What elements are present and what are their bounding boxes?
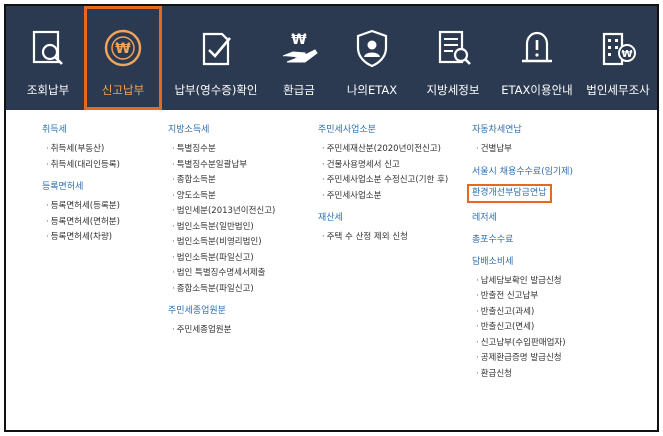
refund-hand-icon: ₩ — [282, 32, 318, 63]
menu-item[interactable]: 취득세(부동산) — [42, 142, 120, 158]
menu-item[interactable]: 등록면허세(차량) — [42, 230, 120, 246]
menu-heading[interactable]: 취득세 — [42, 124, 120, 137]
menu-item[interactable]: 종합소득분(파일신고) — [168, 282, 275, 298]
nav-label: 지방세정보 — [426, 83, 480, 97]
menu-item[interactable]: 반출신고(과세) — [472, 305, 573, 321]
menu-item[interactable]: 법인소득분(비영리법인) — [168, 235, 275, 251]
menu-heading[interactable]: 서울시 채용수수료(임기제) — [472, 166, 573, 179]
svg-text:₩: ₩ — [291, 32, 307, 48]
menu-heading[interactable]: 담배소비세 — [472, 256, 573, 269]
menu-item[interactable]: 주민세종업원분 — [168, 323, 275, 339]
nav-item-refund[interactable]: ₩ 환급금 — [268, 6, 330, 110]
nav-item-corporate-audit[interactable]: ₩ 법인세무조사 — [580, 6, 656, 110]
building-won-icon: ₩ — [602, 32, 636, 66]
menu-heading[interactable]: 자동차세연납 — [472, 124, 573, 137]
menu-item[interactable]: 등록면허세(등록분) — [42, 199, 120, 215]
menu-item[interactable]: 특별징수분일괄납부 — [168, 158, 275, 174]
nav-label: 환급금 — [283, 83, 315, 97]
nav-label: ETAX이용안내 — [501, 83, 573, 97]
menu-column-2: 지방소득세 특별징수분 특별징수분일괄납부 종합소득분 양도소득분 법인세분(2… — [168, 124, 275, 339]
menu-item[interactable]: 종합소득분 — [168, 173, 275, 189]
user-shield-icon — [356, 29, 388, 68]
mega-menu: 취득세 취득세(부동산) 취득세(대리인등록) 등록면허세 등록면허세(등록분)… — [6, 110, 657, 430]
info-document-icon — [438, 30, 471, 65]
menu-item[interactable]: 납세담보확인 발급신청 — [472, 274, 573, 290]
menu-column-4: 자동차세연납 건별납부 서울시 채용수수료(임기제) 환경개선부담금연납 레저세… — [467, 124, 573, 383]
nav-item-report-payment[interactable]: ₩ 신고납부 — [84, 6, 162, 110]
menu-item[interactable]: 반출전 신고납부 — [472, 289, 573, 305]
nav-item-local-tax-info[interactable]: 지방세정보 — [412, 6, 494, 110]
menu-column-1: 취득세 취득세(부동산) 취득세(대리인등록) 등록면허세 등록면허세(등록분)… — [42, 124, 120, 246]
receipt-check-icon — [202, 32, 231, 66]
menu-item[interactable]: 신고납부(수입판매업자) — [472, 336, 573, 352]
menu-item[interactable]: 특별징수분 — [168, 142, 275, 158]
nav-label: 조회납부 — [26, 83, 70, 97]
menu-item[interactable]: 건물사용명세서 신고 — [318, 158, 448, 174]
menu-item[interactable]: 주민세재산분(2020년이전신고) — [318, 142, 448, 158]
top-navigation-bar: 조회납부 ₩ 신고납부 납부(영수증)확인 ₩ 환급금 나의ETAX 지방세정보… — [6, 6, 657, 110]
svg-text:₩: ₩ — [115, 41, 131, 57]
menu-item[interactable]: 환급신청 — [472, 367, 573, 383]
nav-label: 납부(영수증)확인 — [174, 83, 258, 97]
menu-item[interactable]: 양도소득분 — [168, 189, 275, 205]
search-document-icon — [32, 30, 63, 65]
nav-label: 나의ETAX — [346, 83, 398, 97]
menu-item[interactable]: 취득세(대리인등록) — [42, 158, 120, 174]
menu-item[interactable]: 법인소득분(파일신고) — [168, 251, 275, 267]
menu-item[interactable]: 주택 수 산정 제외 신청 — [318, 230, 448, 246]
menu-heading[interactable]: 주민세종업원분 — [168, 305, 275, 318]
menu-heading[interactable]: 지방소득세 — [168, 124, 275, 137]
nav-item-my-etax[interactable]: 나의ETAX — [334, 6, 410, 110]
highlight-box[interactable]: 환경개선부담금연납 — [467, 183, 552, 203]
menu-heading[interactable]: 재산세 — [318, 212, 448, 225]
nav-item-receipt-confirm[interactable]: 납부(영수증)확인 — [164, 6, 268, 110]
nav-item-inquiry-payment[interactable]: 조회납부 — [12, 6, 84, 110]
menu-item[interactable]: 주민세사업소분 수정신고(기한 후) — [318, 173, 449, 189]
menu-item[interactable]: 공제환급증명 발급신청 — [472, 351, 573, 367]
notice-bell-icon — [522, 31, 552, 63]
menu-heading[interactable]: 등록면허세 — [42, 181, 120, 194]
menu-item[interactable]: 건별납부 — [472, 142, 573, 158]
screenshot-frame: 조회납부 ₩ 신고납부 납부(영수증)확인 ₩ 환급금 나의ETAX 지방세정보… — [4, 4, 659, 432]
menu-item[interactable]: 법인소득분(일반법인) — [168, 220, 275, 236]
nav-label: 신고납부 — [101, 83, 145, 97]
nav-label: 법인세무조사 — [586, 83, 650, 97]
menu-column-3: 주민세사업소분 주민세재산분(2020년이전신고) 건물사용명세서 신고 주민세… — [318, 124, 448, 246]
nav-item-etax-guide[interactable]: ETAX이용안내 — [494, 6, 580, 110]
won-coin-icon: ₩ — [104, 29, 142, 67]
menu-item[interactable]: 반출신고(면세) — [472, 320, 573, 336]
svg-text:₩: ₩ — [621, 49, 632, 60]
menu-item[interactable]: 등록면허세(면허분) — [42, 215, 120, 231]
menu-item[interactable]: 법인세분(2013년이전신고) — [168, 204, 276, 220]
menu-heading[interactable]: 주민세사업소분 — [318, 124, 448, 137]
menu-heading[interactable]: 총포수수료 — [472, 234, 573, 247]
menu-item[interactable]: 법인 특별징수명세서제출 — [168, 266, 275, 282]
menu-item[interactable]: 주민세사업소분 — [318, 189, 448, 205]
menu-heading-highlighted[interactable]: 환경개선부담금연납 — [467, 183, 573, 203]
menu-heading[interactable]: 레저세 — [472, 212, 573, 225]
